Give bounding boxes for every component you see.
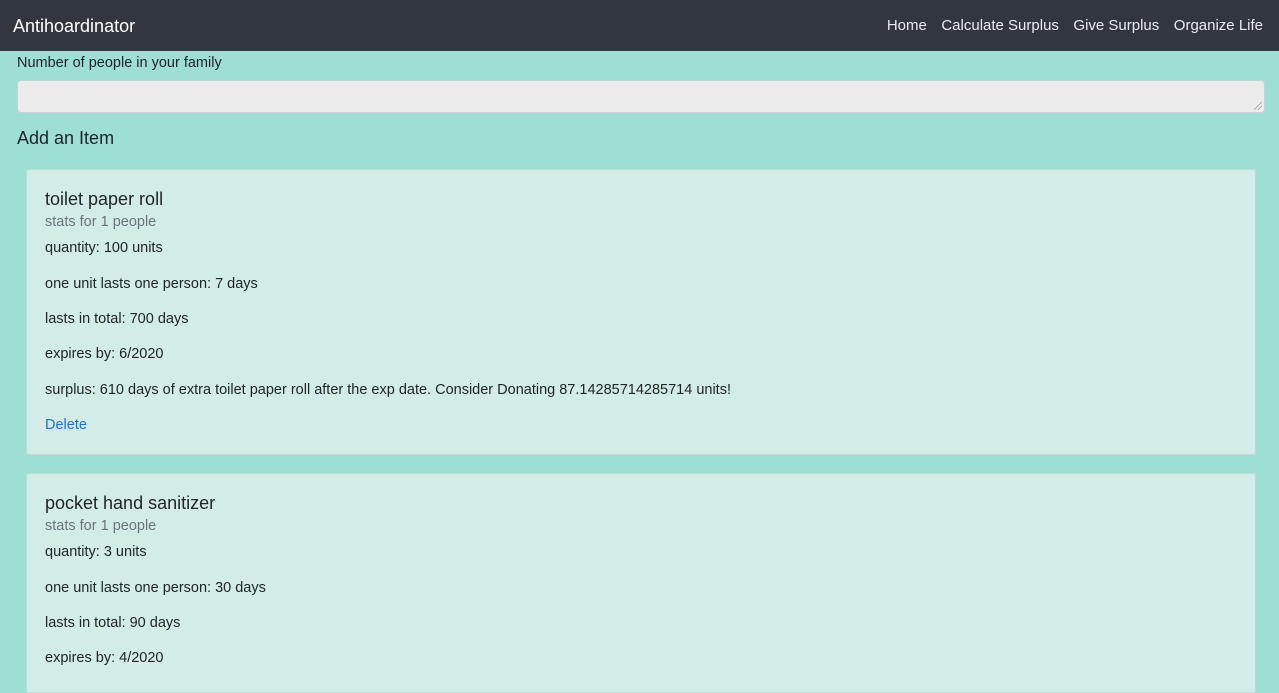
nav-link-organize-life[interactable]: Organize Life <box>1159 17 1263 35</box>
delete-item-link[interactable]: Delete <box>45 417 87 434</box>
item-unit-duration: one unit lasts one person: 30 days <box>45 580 266 596</box>
nav-link-home[interactable]: Home <box>887 17 927 35</box>
item-subtitle: stats for 1 people <box>45 214 157 230</box>
item-quantity: quantity: 3 units <box>45 544 147 560</box>
resize-grip-icon[interactable] <box>1254 102 1262 110</box>
item-expiry: expires by: 4/2020 <box>45 650 164 666</box>
item-surplus: surplus: 610 days of extra toilet paper … <box>45 382 731 398</box>
item-card: toilet paper roll stats for 1 people qua… <box>26 169 1256 455</box>
nav-link-give-surplus[interactable]: Give Surplus <box>1059 17 1159 35</box>
item-title: toilet paper roll <box>45 189 164 209</box>
item-quantity: quantity: 100 units <box>45 240 163 256</box>
item-card: pocket hand sanitizer stats for 1 people… <box>26 473 1256 693</box>
item-unit-duration: one unit lasts one person: 7 days <box>45 276 258 292</box>
brand-logo[interactable]: Antihoardinator <box>13 15 135 37</box>
add-item-heading: Add an Item <box>17 128 115 148</box>
item-subtitle: stats for 1 people <box>45 518 157 534</box>
item-title: pocket hand sanitizer <box>45 493 216 513</box>
family-size-input[interactable] <box>17 80 1265 113</box>
top-navbar: Antihoardinator Home Calculate Surplus G… <box>0 0 1279 51</box>
nav-links: Home Calculate Surplus Give Surplus Orga… <box>887 17 1263 35</box>
item-total-duration: lasts in total: 700 days <box>45 311 189 327</box>
item-expiry: expires by: 6/2020 <box>45 346 164 362</box>
family-size-label: Number of people in your family <box>17 55 222 71</box>
nav-link-calculate-surplus[interactable]: Calculate Surplus <box>927 17 1059 35</box>
item-total-duration: lasts in total: 90 days <box>45 615 181 631</box>
